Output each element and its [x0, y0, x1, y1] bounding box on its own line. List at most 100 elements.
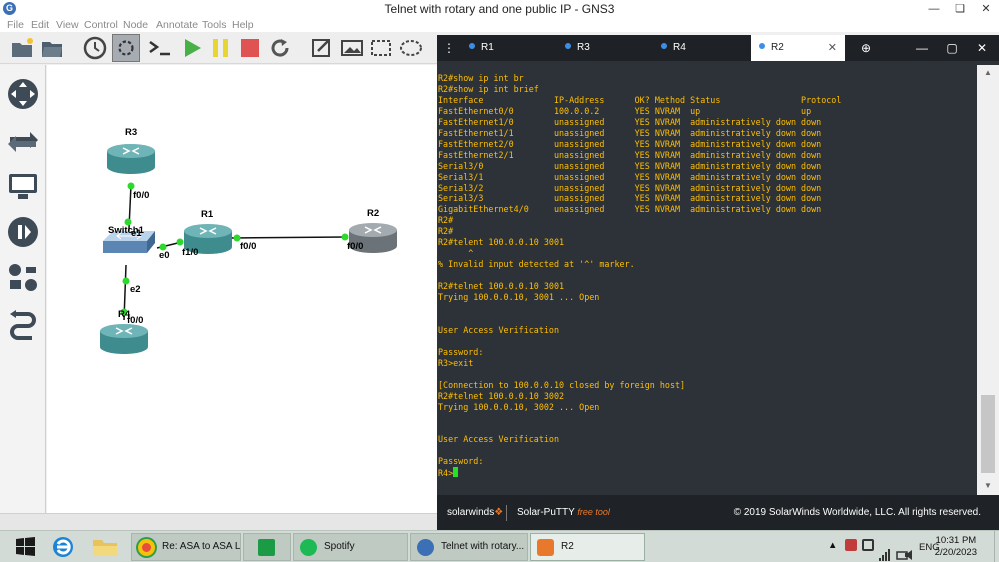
show-desktop-button[interactable]	[994, 531, 999, 562]
internet-explorer-icon[interactable]	[44, 534, 82, 560]
task-label: Re: ASA to ASA Li...	[162, 541, 241, 552]
scrollbar-thumb[interactable]	[981, 395, 995, 473]
scroll-down-icon[interactable]: ▼	[984, 481, 992, 490]
menu-tools[interactable]: Tools	[202, 18, 227, 32]
security-tray-icon[interactable]	[845, 539, 857, 551]
terminal-line: ^	[438, 248, 474, 259]
tab-r3[interactable]: R3	[559, 35, 653, 61]
terminal-line: R2#telent 100.0.0.10 3001	[438, 237, 565, 248]
terminal-line: Password:	[438, 346, 484, 357]
menu-view[interactable]: View	[56, 18, 79, 32]
task-chrome[interactable]: Re: ASA to ASA Li...	[131, 533, 241, 561]
suspend-all-icon[interactable]	[209, 36, 233, 60]
router-r4-icon[interactable]	[100, 324, 148, 354]
terminal-line: R2#show ip int br	[438, 73, 524, 83]
node-label-r3[interactable]: R3	[125, 127, 137, 138]
link-r1-r2[interactable]	[231, 236, 348, 239]
restore-button[interactable]: ❏	[947, 0, 973, 18]
browse-security-devices-icon[interactable]	[6, 215, 40, 249]
terminal-line: FastEthernet1/1 unassigned YES NVRAM adm…	[438, 127, 822, 138]
minimize-button[interactable]: —	[921, 0, 947, 18]
menu-file[interactable]: File	[7, 18, 24, 32]
putty-close-button[interactable]: ✕	[967, 35, 997, 61]
reload-all-icon[interactable]	[268, 36, 292, 60]
browse-all-devices-icon[interactable]	[6, 261, 40, 295]
port-label-r3-f00: f0/0	[133, 190, 150, 201]
task-store[interactable]	[243, 533, 291, 561]
insert-picture-icon[interactable]	[340, 36, 364, 60]
link-status-dot	[341, 233, 349, 241]
browse-end-devices-icon[interactable]	[6, 169, 40, 203]
menu-annotate[interactable]: Annotate	[156, 18, 198, 32]
snapshot-clock-icon[interactable]	[83, 36, 107, 60]
putty-menu-icon[interactable]: ⋮	[439, 35, 459, 61]
terminal-line: Serial3/0 unassigned YES NVRAM administr…	[438, 160, 822, 171]
task-label: R2	[561, 541, 574, 552]
node-label-r1[interactable]: R1	[201, 209, 213, 220]
tab-label: R3	[577, 42, 590, 53]
menu-edit[interactable]: Edit	[31, 18, 49, 32]
footer-separator	[506, 505, 507, 521]
terminal-line: % Invalid input detected at '^' marker.	[438, 259, 635, 270]
terminal-line: User Access Verification	[438, 324, 560, 335]
terminal-line: Trying 100.0.0.10, 3001 ... Open	[438, 292, 600, 303]
terminal-line: Serial3/2 unassigned YES NVRAM administr…	[438, 182, 822, 193]
session-status-icon	[759, 43, 765, 49]
topology-canvas[interactable]: R3 R1 R2 R4 Switch1 f0/0 e1 e0 f1/0 f0/0…	[47, 65, 437, 513]
scroll-up-icon[interactable]: ▲	[984, 68, 992, 77]
start-all-icon[interactable]	[180, 36, 204, 60]
file-explorer-icon[interactable]	[86, 534, 124, 560]
tab-close-icon[interactable]: ✕	[828, 35, 837, 61]
tab-label: R4	[673, 42, 686, 53]
browse-switches-icon[interactable]	[6, 125, 40, 159]
putty-maximize-button[interactable]: ▢	[937, 35, 967, 61]
link-status-dot	[127, 182, 135, 190]
task-label: Spotify	[324, 541, 355, 552]
show-hidden-icons[interactable]: ▲	[828, 540, 837, 562]
taskbar-clock[interactable]: 10:31 PM 2/20/2023	[935, 535, 977, 559]
open-project-icon[interactable]	[40, 36, 64, 60]
new-project-icon[interactable]	[10, 36, 34, 60]
putty-footer: solarwinds❖ Solar-PuTTY free tool © 2019…	[437, 495, 999, 530]
terminal-prompt-line: R4>	[438, 467, 976, 479]
terminal-line: FastEthernet2/0 unassigned YES NVRAM adm…	[438, 138, 822, 149]
terminal-scrollbar[interactable]: ▲ ▼	[977, 65, 999, 495]
menu-node[interactable]: Node	[123, 18, 148, 32]
tab-r1[interactable]: R1	[463, 35, 557, 61]
tab-r4[interactable]: R4	[655, 35, 749, 61]
task-label: Telnet with rotary...	[441, 541, 525, 552]
task-spotify[interactable]: Spotify	[293, 533, 408, 561]
tab-label: R1	[481, 42, 494, 53]
window-title: Telnet with rotary and one public IP - G…	[384, 2, 615, 16]
draw-rectangle-icon[interactable]	[369, 36, 393, 60]
router-r3-icon[interactable]	[107, 144, 155, 174]
terminal-line: R2#	[438, 215, 454, 226]
menu-control[interactable]: Control	[84, 18, 118, 32]
windows-start-icon[interactable]	[6, 534, 44, 560]
network-signal-icon[interactable]	[878, 539, 892, 562]
putty-minimize-button[interactable]: —	[907, 35, 937, 61]
task-putty[interactable]: R2	[530, 533, 645, 561]
session-status-icon	[661, 43, 667, 49]
menu-help[interactable]: Help	[232, 18, 254, 32]
volume-icon[interactable]	[903, 539, 917, 562]
new-session-icon[interactable]: ⊕	[851, 35, 881, 61]
close-button[interactable]: ✕	[973, 0, 999, 18]
terminal-line: GigabitEthernet4/0 unassigned YES NVRAM …	[438, 204, 822, 215]
add-note-icon[interactable]	[310, 36, 334, 60]
node-label-r2[interactable]: R2	[367, 208, 379, 219]
console-all-icon[interactable]	[148, 36, 172, 60]
task-gns3[interactable]: Telnet with rotary...	[410, 533, 528, 561]
draw-ellipse-icon[interactable]	[399, 36, 423, 60]
show-interface-labels-button[interactable]	[112, 34, 140, 62]
terminal-output[interactable]: R2#show ip int br R2#show ip int brief Int…	[437, 71, 977, 491]
stop-all-icon[interactable]	[238, 36, 262, 60]
browse-routers-icon[interactable]	[6, 77, 40, 111]
add-link-icon[interactable]	[6, 308, 40, 342]
tab-r2[interactable]: R2 ✕	[751, 35, 845, 61]
device-tray-icon[interactable]	[862, 539, 874, 551]
